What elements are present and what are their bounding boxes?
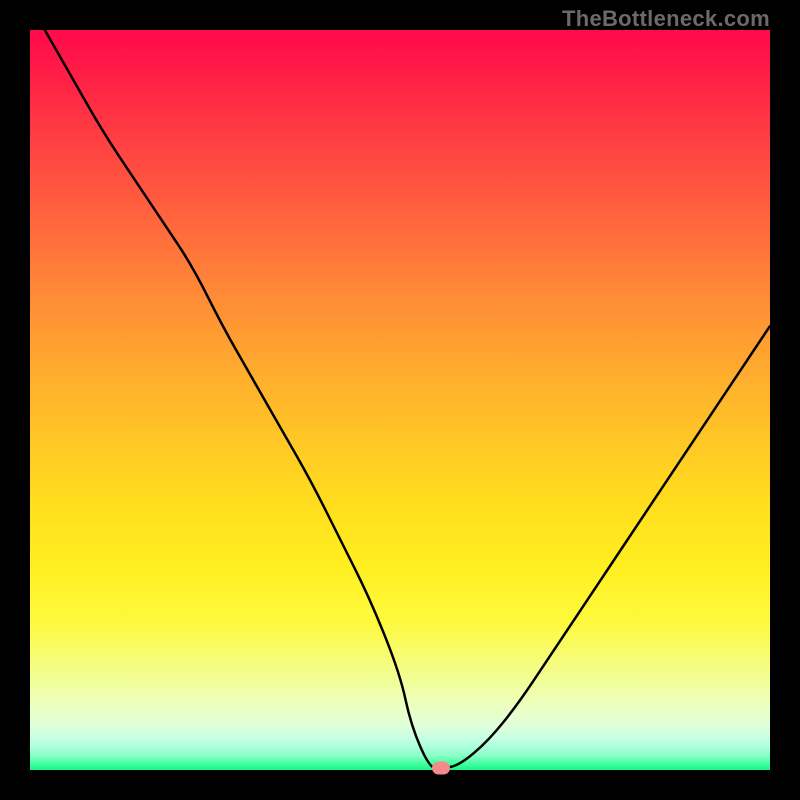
- bottleneck-curve-path: [45, 30, 770, 768]
- plot-area: [30, 30, 770, 770]
- minimum-marker: [432, 761, 450, 774]
- curve-svg: [30, 30, 770, 770]
- chart-container: TheBottleneck.com: [0, 0, 800, 800]
- watermark-text: TheBottleneck.com: [562, 6, 770, 32]
